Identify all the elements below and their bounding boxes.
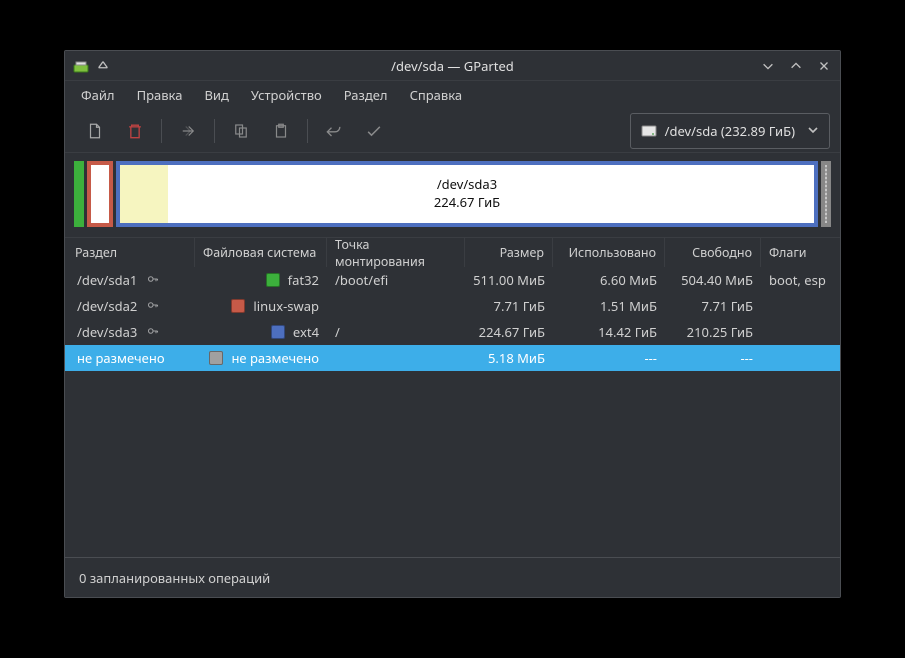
cell-partition: /dev/sda3 <box>77 323 137 341</box>
cell-flags: boot, esp <box>761 271 840 289</box>
graphic-seg-sda2[interactable] <box>87 161 113 227</box>
col-flags[interactable]: Флаги <box>761 238 840 267</box>
toolbar-separator <box>161 119 162 143</box>
col-partition[interactable]: Раздел <box>65 238 195 267</box>
graphic-seg-size: 224.67 ГиБ <box>434 194 500 212</box>
table-header: Раздел Файловая система Точка монтирован… <box>65 237 840 267</box>
fs-color-swatch <box>266 273 280 287</box>
partition-table: Раздел Файловая система Точка монтирован… <box>65 237 840 371</box>
cell-filesystem: не размечено <box>231 349 319 367</box>
cell-free: --- <box>665 349 761 367</box>
cell-filesystem: linux-swap <box>253 297 319 315</box>
fs-color-swatch <box>231 299 245 313</box>
menu-help[interactable]: Справка <box>400 82 473 108</box>
fs-color-swatch <box>209 351 223 365</box>
cell-filesystem: ext4 <box>293 323 319 341</box>
cell-used: 1.51 МиБ <box>553 297 665 315</box>
col-size[interactable]: Размер <box>465 238 553 267</box>
new-partition-button[interactable] <box>75 113 115 149</box>
menu-edit[interactable]: Правка <box>127 82 193 108</box>
graphic-seg-unallocated[interactable] <box>821 161 831 227</box>
close-button[interactable] <box>814 56 834 76</box>
cell-free: 210.25 ГиБ <box>665 323 761 341</box>
titlebar: /dev/sda — GParted <box>65 51 840 81</box>
copy-button[interactable] <box>221 113 261 149</box>
cell-size: 224.67 ГиБ <box>465 323 553 341</box>
cell-partition: не размечено <box>77 349 165 367</box>
minimize-button[interactable] <box>758 56 778 76</box>
cell-size: 5.18 МиБ <box>465 349 553 367</box>
menu-device[interactable]: Устройство <box>241 82 332 108</box>
cell-used: 14.42 ГиБ <box>553 323 665 341</box>
col-filesystem[interactable]: Файловая система <box>195 238 327 267</box>
table-row[interactable]: /dev/sda3 ext4 /224.67 ГиБ14.42 ГиБ210.25 … <box>65 319 840 345</box>
undo-button[interactable] <box>314 113 354 149</box>
cell-size: 7.71 ГиБ <box>465 297 553 315</box>
graphic-seg-label: /dev/sda3 <box>434 176 500 194</box>
drive-harddisk-icon <box>641 123 657 139</box>
window-title: /dev/sda — GParted <box>65 57 840 75</box>
device-selector-label: /dev/sda (232.89 ГиБ) <box>665 122 795 140</box>
apply-button[interactable] <box>354 113 394 149</box>
keep-above-icon[interactable] <box>95 58 111 74</box>
cell-used: 6.60 МиБ <box>553 271 665 289</box>
fs-color-swatch <box>271 325 285 339</box>
menu-file[interactable]: Файл <box>71 82 125 108</box>
menubar: Файл Правка Вид Устройство Раздел Справк… <box>65 81 840 109</box>
delete-partition-button[interactable] <box>115 113 155 149</box>
table-body: /dev/sda1 fat32/boot/efi511.00 МиБ6.60 Ми… <box>65 267 840 371</box>
device-selector[interactable]: /dev/sda (232.89 ГиБ) <box>630 113 830 149</box>
lock-key-icon <box>147 299 159 314</box>
cell-filesystem: fat32 <box>288 271 319 289</box>
resize-move-button[interactable] <box>168 113 208 149</box>
cell-mountpoint: / <box>327 323 465 341</box>
table-row[interactable]: /dev/sda1 fat32/boot/efi511.00 МиБ6.60 Ми… <box>65 267 840 293</box>
app-window: /dev/sda — GParted Файл Правка Вид Устро… <box>64 50 841 598</box>
status-bar: 0 запланированных операций <box>65 557 840 597</box>
cell-used: --- <box>553 349 665 367</box>
menu-partition[interactable]: Раздел <box>334 82 398 108</box>
maximize-button[interactable] <box>786 56 806 76</box>
chevron-down-icon <box>807 122 819 140</box>
cell-size: 511.00 МиБ <box>465 271 553 289</box>
app-icon <box>73 58 89 74</box>
graphic-seg-sda3[interactable]: /dev/sda3 224.67 ГиБ <box>116 161 818 227</box>
toolbar-separator <box>307 119 308 143</box>
col-used[interactable]: Использовано <box>553 238 665 267</box>
lock-key-icon <box>147 273 159 288</box>
graphic-seg-used-fill <box>120 165 168 223</box>
partition-graphic[interactable]: /dev/sda3 224.67 ГиБ <box>74 161 831 227</box>
cell-partition: /dev/sda1 <box>77 271 137 289</box>
table-row[interactable]: /dev/sda2 linux-swap 7.71 ГиБ1.51 МиБ7.71 … <box>65 293 840 319</box>
cell-partition: /dev/sda2 <box>77 297 137 315</box>
pending-operations-label: 0 запланированных операций <box>79 569 270 587</box>
menu-view[interactable]: Вид <box>194 82 238 108</box>
table-row[interactable]: не размеченоне размечено5.18 МиБ------ <box>65 345 840 371</box>
graphic-seg-sda1[interactable] <box>74 161 84 227</box>
paste-button[interactable] <box>261 113 301 149</box>
cell-free: 504.40 МиБ <box>665 271 761 289</box>
toolbar-separator <box>214 119 215 143</box>
col-mountpoint[interactable]: Точка монтирования <box>327 238 465 267</box>
cell-free: 7.71 ГиБ <box>665 297 761 315</box>
cell-mountpoint: /boot/efi <box>327 271 465 289</box>
toolbar: /dev/sda (232.89 ГиБ) <box>65 109 840 153</box>
lock-key-icon <box>147 325 159 340</box>
col-free[interactable]: Свободно <box>665 238 761 267</box>
